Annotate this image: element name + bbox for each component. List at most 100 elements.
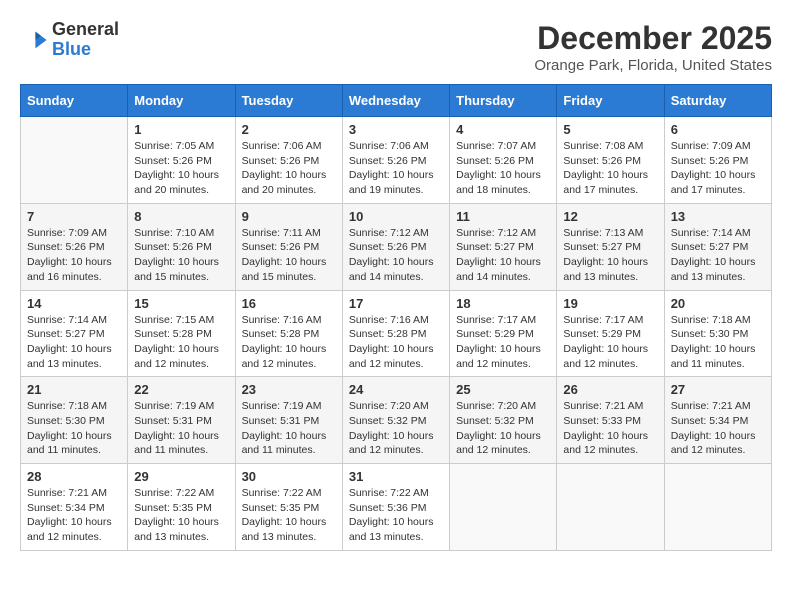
day-number: 9 [242,209,336,224]
day-number: 28 [27,469,121,484]
calendar-table: SundayMondayTuesdayWednesdayThursdayFrid… [20,84,772,551]
day-info: Sunrise: 7:14 AMSunset: 5:27 PMDaylight:… [27,313,121,372]
day-info: Sunrise: 7:16 AMSunset: 5:28 PMDaylight:… [349,313,443,372]
day-info: Sunrise: 7:09 AMSunset: 5:26 PMDaylight:… [27,226,121,285]
day-info: Sunrise: 7:10 AMSunset: 5:26 PMDaylight:… [134,226,228,285]
day-info: Sunrise: 7:17 AMSunset: 5:29 PMDaylight:… [456,313,550,372]
day-number: 29 [134,469,228,484]
day-info: Sunrise: 7:08 AMSunset: 5:26 PMDaylight:… [563,139,657,198]
calendar-week-2: 7 Sunrise: 7:09 AMSunset: 5:26 PMDaylight… [21,203,772,290]
calendar-cell: 4Sunrise: 7:07 AMSunset: 5:26 PMDaylight… [450,117,557,204]
calendar-cell: 27 Sunrise: 7:21 AMSunset: 5:34 PMDayligh… [664,377,771,464]
calendar-cell: 30Sunrise: 7:22 AMSunset: 5:35 PMDayligh… [235,464,342,551]
day-number: 12 [563,209,657,224]
day-number: 8 [134,209,228,224]
weekday-header-monday: Monday [128,85,235,117]
day-info: Sunrise: 7:07 AMSunset: 5:26 PMDaylight:… [456,139,550,198]
weekday-header-friday: Friday [557,85,664,117]
day-number: 31 [349,469,443,484]
day-info: Sunrise: 7:18 AMSunset: 5:30 PMDaylight:… [27,399,121,458]
day-info: Sunrise: 7:14 AMSunset: 5:27 PMDaylight:… [671,226,765,285]
calendar-week-5: 28 Sunrise: 7:21 AMSunset: 5:34 PMDayligh… [21,464,772,551]
day-number: 17 [349,296,443,311]
day-number: 14 [27,296,121,311]
day-number: 13 [671,209,765,224]
day-number: 20 [671,296,765,311]
calendar-cell: 20Sunrise: 7:18 AMSunset: 5:30 PMDayligh… [664,290,771,377]
day-info: Sunrise: 7:22 AMSunset: 5:36 PMDaylight:… [349,486,443,545]
logo-icon [20,26,48,54]
logo-text: General Blue [52,20,119,60]
calendar-cell: 14 Sunrise: 7:14 AMSunset: 5:27 PMDayligh… [21,290,128,377]
day-info: Sunrise: 7:06 AMSunset: 5:26 PMDaylight:… [349,139,443,198]
day-number: 5 [563,122,657,137]
calendar-cell: 12 Sunrise: 7:13 AMSunset: 5:27 PMDayligh… [557,203,664,290]
day-info: Sunrise: 7:21 AMSunset: 5:33 PMDaylight:… [563,399,657,458]
day-number: 25 [456,382,550,397]
logo-general: General [52,20,119,40]
day-info: Sunrise: 7:16 AMSunset: 5:28 PMDaylight:… [242,313,336,372]
calendar-cell: 11 Sunrise: 7:12 AMSunset: 5:27 PMDayligh… [450,203,557,290]
calendar-cell: 15Sunrise: 7:15 AMSunset: 5:28 PMDayligh… [128,290,235,377]
calendar-cell [557,464,664,551]
day-info: Sunrise: 7:13 AMSunset: 5:27 PMDaylight:… [563,226,657,285]
weekday-header-thursday: Thursday [450,85,557,117]
subtitle: Orange Park, Florida, United States [534,57,772,74]
day-number: 30 [242,469,336,484]
calendar-cell: 21Sunrise: 7:18 AMSunset: 5:30 PMDayligh… [21,377,128,464]
calendar-week-1: 1 Sunrise: 7:05 AMSunset: 5:26 PMDaylight… [21,117,772,204]
day-number: 11 [456,209,550,224]
day-info: Sunrise: 7:21 AMSunset: 5:34 PMDaylight:… [27,486,121,545]
calendar-cell: 2 Sunrise: 7:06 AMSunset: 5:26 PMDaylight… [235,117,342,204]
day-info: Sunrise: 7:09 AMSunset: 5:26 PMDaylight:… [671,139,765,198]
day-number: 2 [242,122,336,137]
header: General Blue December 2025 Orange Park, … [20,20,772,74]
day-number: 26 [563,382,657,397]
day-info: Sunrise: 7:20 AMSunset: 5:32 PMDaylight:… [456,399,550,458]
calendar-cell: 10 Sunrise: 7:12 AMSunset: 5:26 PMDayligh… [342,203,449,290]
calendar-cell: 7 Sunrise: 7:09 AMSunset: 5:26 PMDaylight… [21,203,128,290]
title-section: December 2025 Orange Park, Florida, Unit… [534,20,772,74]
calendar-week-3: 14 Sunrise: 7:14 AMSunset: 5:27 PMDayligh… [21,290,772,377]
calendar-cell: 19 Sunrise: 7:17 AMSunset: 5:29 PMDayligh… [557,290,664,377]
calendar-cell: 3Sunrise: 7:06 AMSunset: 5:26 PMDaylight… [342,117,449,204]
calendar-cell: 13 Sunrise: 7:14 AMSunset: 5:27 PMDayligh… [664,203,771,290]
calendar-cell: 29 Sunrise: 7:22 AMSunset: 5:35 PMDayligh… [128,464,235,551]
logo-blue: Blue [52,40,119,60]
calendar-cell: 23 Sunrise: 7:19 AMSunset: 5:31 PMDayligh… [235,377,342,464]
day-number: 22 [134,382,228,397]
day-info: Sunrise: 7:21 AMSunset: 5:34 PMDaylight:… [671,399,765,458]
weekday-header-sunday: Sunday [21,85,128,117]
day-number: 27 [671,382,765,397]
calendar-cell [21,117,128,204]
day-info: Sunrise: 7:17 AMSunset: 5:29 PMDaylight:… [563,313,657,372]
calendar-cell: 26 Sunrise: 7:21 AMSunset: 5:33 PMDayligh… [557,377,664,464]
day-number: 1 [134,122,228,137]
day-info: Sunrise: 7:20 AMSunset: 5:32 PMDaylight:… [349,399,443,458]
day-info: Sunrise: 7:06 AMSunset: 5:26 PMDaylight:… [242,139,336,198]
calendar-cell: 6Sunrise: 7:09 AMSunset: 5:26 PMDaylight… [664,117,771,204]
calendar-cell: 24 Sunrise: 7:20 AMSunset: 5:32 PMDayligh… [342,377,449,464]
day-number: 10 [349,209,443,224]
calendar-week-4: 21Sunrise: 7:18 AMSunset: 5:30 PMDayligh… [21,377,772,464]
day-number: 16 [242,296,336,311]
day-info: Sunrise: 7:19 AMSunset: 5:31 PMDaylight:… [134,399,228,458]
day-info: Sunrise: 7:12 AMSunset: 5:27 PMDaylight:… [456,226,550,285]
calendar-cell: 5 Sunrise: 7:08 AMSunset: 5:26 PMDaylight… [557,117,664,204]
day-number: 24 [349,382,443,397]
calendar-cell: 9Sunrise: 7:11 AMSunset: 5:26 PMDaylight… [235,203,342,290]
day-info: Sunrise: 7:12 AMSunset: 5:26 PMDaylight:… [349,226,443,285]
day-number: 15 [134,296,228,311]
calendar-cell [450,464,557,551]
day-info: Sunrise: 7:22 AMSunset: 5:35 PMDaylight:… [134,486,228,545]
calendar-cell: 25 Sunrise: 7:20 AMSunset: 5:32 PMDayligh… [450,377,557,464]
day-number: 19 [563,296,657,311]
day-number: 7 [27,209,121,224]
day-info: Sunrise: 7:05 AMSunset: 5:26 PMDaylight:… [134,139,228,198]
day-info: Sunrise: 7:19 AMSunset: 5:31 PMDaylight:… [242,399,336,458]
calendar-cell: 28 Sunrise: 7:21 AMSunset: 5:34 PMDayligh… [21,464,128,551]
calendar-cell: 8 Sunrise: 7:10 AMSunset: 5:26 PMDaylight… [128,203,235,290]
calendar-cell: 17 Sunrise: 7:16 AMSunset: 5:28 PMDayligh… [342,290,449,377]
weekday-header-saturday: Saturday [664,85,771,117]
day-number: 23 [242,382,336,397]
